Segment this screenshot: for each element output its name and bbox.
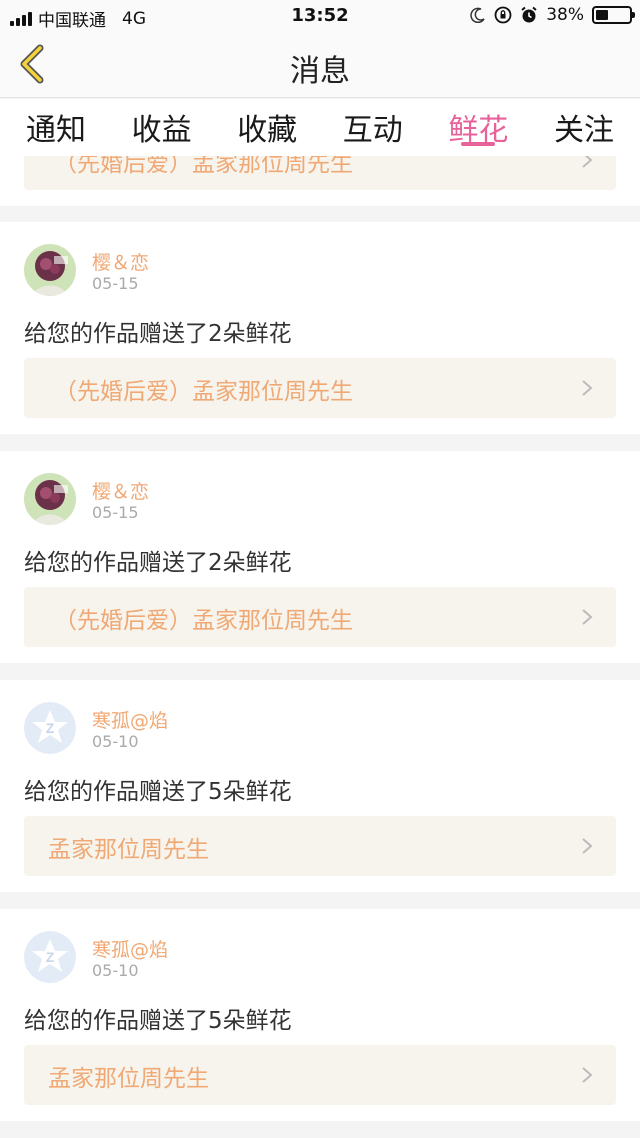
- message-card: （先婚后爱）孟家那位周先生: [0, 156, 640, 206]
- default-avatar-icon: Z: [24, 931, 76, 983]
- message-card: Z 寒孤@焰 05-10 给您的作品赠送了5朵鲜花 孟家那位周先生: [0, 680, 640, 892]
- page-title: 消息: [290, 54, 350, 89]
- message-date: 05-15: [92, 503, 139, 522]
- tab-label: 收藏: [237, 113, 298, 148]
- tab-earnings[interactable]: 收益: [132, 99, 192, 156]
- nav-header: 消息: [0, 32, 640, 98]
- status-right: 38%: [470, 5, 635, 25]
- work-title: 孟家那位周先生: [48, 1066, 209, 1092]
- tab-underline: [461, 142, 496, 146]
- chevron-right-icon: [582, 156, 593, 168]
- orientation-lock-icon: [494, 6, 512, 24]
- category-tabs: 通知 收益 收藏 互动 鲜花 关注: [0, 99, 640, 156]
- photo-avatar-icon: [24, 244, 76, 296]
- photo-avatar-icon: [24, 473, 76, 525]
- tab-favorites[interactable]: 收藏: [237, 99, 297, 156]
- message-text: 给您的作品赠送了2朵鲜花: [24, 550, 292, 576]
- status-bar: 中国联通 4G 13:52 38%: [0, 0, 640, 32]
- battery-icon: [592, 6, 635, 24]
- tab-label: 关注: [553, 113, 614, 148]
- tab-interactions[interactable]: 互动: [343, 99, 403, 156]
- avatar[interactable]: Z: [24, 702, 76, 754]
- avatar[interactable]: [24, 473, 76, 525]
- message-text: 给您的作品赠送了5朵鲜花: [24, 779, 292, 805]
- work-title: （先婚后爱）孟家那位周先生: [54, 379, 353, 405]
- work-title: （先婚后爱）孟家那位周先生: [54, 608, 353, 634]
- work-link[interactable]: （先婚后爱）孟家那位周先生: [24, 156, 616, 190]
- message-card: 樱＆恋 05-15 给您的作品赠送了2朵鲜花 （先婚后爱）孟家那位周先生: [0, 222, 640, 434]
- message-card: 樱＆恋 05-15 给您的作品赠送了2朵鲜花 （先婚后爱）孟家那位周先生: [0, 451, 640, 663]
- chevron-right-icon: [582, 380, 593, 396]
- tab-follows[interactable]: 关注: [554, 99, 614, 156]
- work-title: （先婚后爱）孟家那位周先生: [54, 156, 353, 177]
- username[interactable]: 樱＆恋: [92, 477, 149, 504]
- alarm-icon: [521, 6, 537, 23]
- message-text: 给您的作品赠送了2朵鲜花: [24, 321, 292, 347]
- svg-text:Z: Z: [46, 720, 55, 736]
- message-text: 给您的作品赠送了5朵鲜花: [24, 1008, 292, 1034]
- username[interactable]: 寒孤@焰: [92, 935, 168, 962]
- work-link[interactable]: （先婚后爱）孟家那位周先生: [24, 587, 616, 647]
- work-link[interactable]: 孟家那位周先生: [24, 1045, 616, 1105]
- tab-label: 互动: [342, 113, 403, 148]
- chevron-right-icon: [582, 609, 593, 625]
- message-list[interactable]: （先婚后爱）孟家那位周先生 樱＆恋 05-15 给您的作品赠送了2朵鲜花 （先婚…: [0, 156, 640, 1138]
- battery-fill: [596, 10, 608, 20]
- message-date: 05-10: [92, 961, 139, 980]
- moon-icon: [470, 7, 485, 23]
- tab-label: 通知: [26, 113, 86, 148]
- battery-percent: 38%: [546, 5, 584, 25]
- tab-flowers[interactable]: 鲜花: [448, 99, 508, 156]
- work-link[interactable]: 孟家那位周先生: [24, 816, 616, 876]
- tab-label: 收益: [131, 113, 192, 148]
- svg-text:Z: Z: [46, 949, 55, 965]
- chevron-right-icon: [582, 838, 593, 854]
- message-card: Z 寒孤@焰 05-10 给您的作品赠送了5朵鲜花 孟家那位周先生: [0, 909, 640, 1121]
- avatar[interactable]: [24, 244, 76, 296]
- chevron-right-icon: [582, 1067, 593, 1083]
- work-link[interactable]: （先婚后爱）孟家那位周先生: [24, 358, 616, 418]
- message-date: 05-15: [92, 274, 139, 293]
- message-date: 05-10: [92, 732, 139, 751]
- username[interactable]: 樱＆恋: [92, 248, 149, 275]
- tab-notifications[interactable]: 通知: [26, 99, 86, 156]
- work-title: 孟家那位周先生: [48, 837, 209, 863]
- avatar[interactable]: Z: [24, 931, 76, 983]
- default-avatar-icon: Z: [24, 702, 76, 754]
- username[interactable]: 寒孤@焰: [92, 706, 168, 733]
